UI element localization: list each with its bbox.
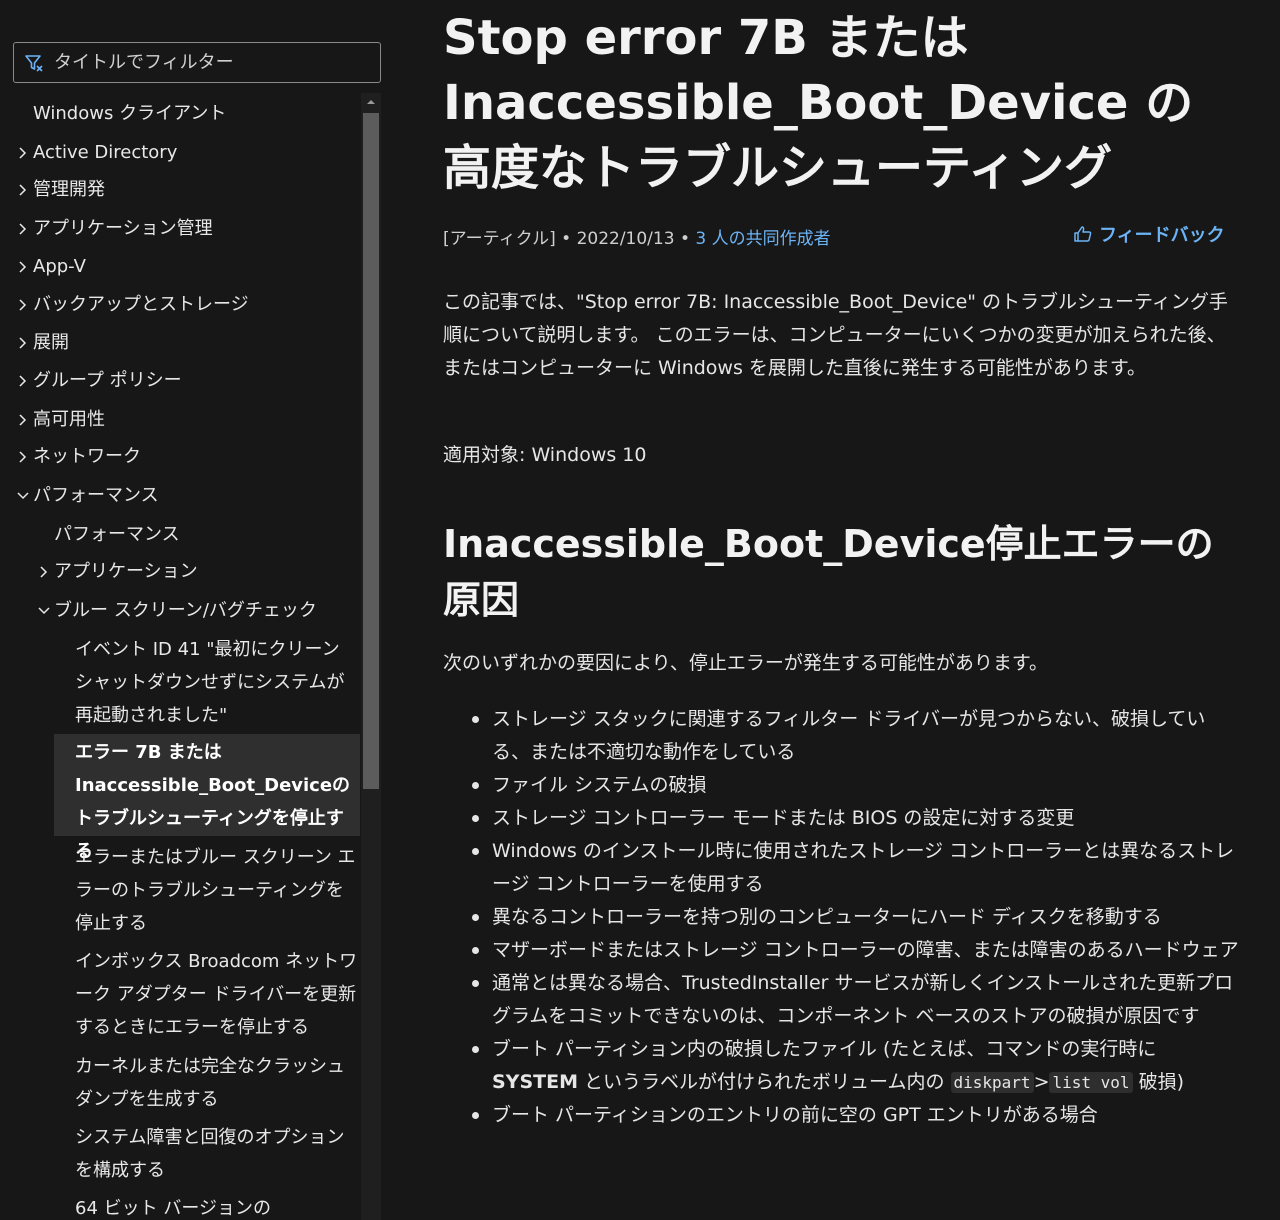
chevron-right-icon <box>19 337 27 349</box>
table-of-contents: Windows クライアント Active Directory 管理開発 アプリ… <box>0 93 362 1220</box>
bullet-text: ブート パーティション内の破損したファイル (たとえば、コマンドの実行時に <box>492 1038 1157 1060</box>
toc-item-broadcom-driver[interactable]: インボックス Broadcom ネットワーク アダプター ドライバーを更新すると… <box>75 945 359 1044</box>
article-type: [アーティクル] <box>443 229 556 249</box>
toc-item-event-41[interactable]: イベント ID 41 "最初にクリーンシャットダウンせずにシステムが再起動されま… <box>75 633 357 732</box>
bullet-text: というラベルが付けられたボリューム内の <box>577 1071 951 1093</box>
chevron-right-icon <box>19 414 27 426</box>
sidebar: Windows クライアント Active Directory 管理開発 アプリ… <box>0 0 395 1220</box>
list-item: ファイル システムの破損 <box>443 769 1243 802</box>
feedback-label: フィードバック <box>1099 225 1225 246</box>
chevron-right-icon <box>19 147 27 159</box>
chevron-right-icon <box>19 375 27 387</box>
filter-icon <box>25 54 43 72</box>
filter-input[interactable] <box>54 52 354 73</box>
code-list-vol: list vol <box>1049 1072 1133 1093</box>
bullet-text: 破損) <box>1132 1071 1184 1093</box>
chevron-right-icon <box>40 566 48 578</box>
list-item: ストレージ コントローラー モードまたは BIOS の設定に対する変更 <box>443 802 1243 835</box>
chevron-right-icon <box>19 451 27 463</box>
applies-to: 適用対象: Windows 10 <box>443 444 647 466</box>
list-item: ブート パーティションのエントリの前に空の GPT エントリがある場合 <box>443 1099 1243 1132</box>
chevron-right-icon <box>19 184 27 196</box>
meta-separator: • <box>561 229 577 249</box>
chevron-right-icon <box>19 261 27 273</box>
section-heading: Inaccessible_Boot_Device停止エラーの原因 <box>443 522 1214 622</box>
chevron-right-icon <box>19 299 27 311</box>
code-diskpart: diskpart <box>950 1072 1034 1093</box>
code-separator: > <box>1033 1071 1050 1093</box>
scroll-thumb[interactable] <box>363 113 379 789</box>
toc-item-64-bit-windows[interactable]: 64 ビット バージョンの Windows <box>75 1192 357 1220</box>
section-intro: 次のいずれかの要因により、停止エラーが発生する可能性があります。 <box>443 652 1048 674</box>
list-item: ストレージ スタックに関連するフィルター ドライバーが見つからない、破損している… <box>443 703 1243 769</box>
list-item: Windows のインストール時に使用されたストレージ コントローラーとは異なる… <box>443 835 1243 901</box>
contributors-link[interactable]: 3 人の共同作成者 <box>695 229 830 249</box>
toc-scrollbar[interactable] <box>361 93 381 1220</box>
article-meta: [アーティクル] • 2022/10/13 • 3 人の共同作成者 <box>443 224 831 249</box>
toc-item-stop-error-7b-active[interactable]: エラー 7B または Inaccessible_Boot_Deviceのトラブル… <box>54 734 360 862</box>
list-item: マザーボードまたはストレージ コントローラーの障害、または障害のあるハードウェア <box>443 934 1243 967</box>
list-item: 通常とは異なる場合、TrustedInstaller サービスが新しくインストー… <box>443 967 1243 1033</box>
toc-item-crash-dump[interactable]: カーネルまたは完全なクラッシュ ダンプを生成する <box>75 1050 357 1116</box>
causes-list: ストレージ スタックに関連するフィルター ドライバーが見つからない、破損している… <box>443 703 1243 1132</box>
scroll-up-arrow-icon[interactable] <box>364 95 378 109</box>
meta-separator: • <box>679 229 696 249</box>
toc-item-system-failure-options[interactable]: システム障害と回復のオプションを構成する <box>75 1121 357 1187</box>
list-item: 異なるコントローラーを持つ別のコンピューターにハード ディスクを移動する <box>443 901 1243 934</box>
page-title: Stop error 7B または Inaccessible_Boot_Devi… <box>443 10 1194 196</box>
article-date: 2022/10/13 <box>576 229 675 249</box>
chevron-right-icon <box>19 223 27 235</box>
thumbs-up-icon <box>1074 226 1092 242</box>
feedback-button[interactable]: フィードバック <box>1073 221 1225 247</box>
list-item: ブート パーティション内の破損したファイル (たとえば、コマンドの実行時に SY… <box>443 1033 1243 1099</box>
toc-item-stop-error-blue-screen[interactable]: エラーまたはブルー スクリーン エラーのトラブルシューティングを停止する <box>75 841 359 940</box>
chevron-down-icon <box>17 492 29 500</box>
chevron-down-icon <box>38 607 50 615</box>
intro-paragraph: この記事では、"Stop error 7B: Inaccessible_Boot… <box>443 291 1228 379</box>
filter-box[interactable] <box>13 42 381 83</box>
bold-system: SYSTEM <box>492 1071 578 1093</box>
